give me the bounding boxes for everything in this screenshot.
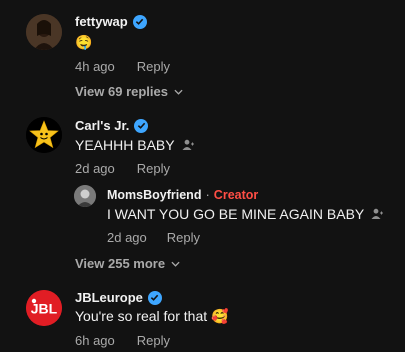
- comment-text-content: YEAHHH BABY: [75, 137, 175, 153]
- separator: ·: [205, 187, 210, 202]
- chevron-down-icon: [174, 89, 183, 95]
- comment-meta: 6h ago Reply: [75, 333, 170, 348]
- comment-text-content: You're so real for that 🥰: [75, 308, 229, 324]
- comment-header: JBLeurope: [75, 290, 162, 305]
- reply-text-content: I WANT YOU GO BE MINE AGAIN BABY: [107, 206, 365, 222]
- comment-text: 🤤: [75, 34, 92, 51]
- comment-header: fettywap: [75, 14, 147, 29]
- verified-badge-icon: [132, 14, 147, 29]
- timestamp: 6h ago: [75, 333, 115, 348]
- reply-meta: 2d ago Reply: [107, 230, 200, 245]
- view-replies-button[interactable]: View 69 replies: [75, 84, 183, 99]
- username[interactable]: Carl's Jr.: [75, 118, 129, 133]
- avatar[interactable]: [26, 117, 62, 153]
- verified-badge-icon: [134, 118, 149, 133]
- view-more-replies-button[interactable]: View 255 more: [75, 256, 180, 271]
- star-logo-icon: [26, 117, 62, 153]
- creator-tag: Creator: [213, 187, 259, 202]
- reply-header: MomsBoyfriend · Creator: [107, 187, 258, 202]
- comment-meta: 2d ago Reply: [75, 161, 170, 176]
- comment-meta: 4h ago Reply: [75, 59, 170, 74]
- user-photo-icon: [26, 14, 62, 50]
- comment-text: YEAHHH BABY: [75, 137, 195, 153]
- comment-text-content: 🤤: [75, 34, 93, 50]
- chevron-down-icon: [171, 261, 180, 267]
- reply-text: I WANT YOU GO BE MINE AGAIN BABY: [107, 206, 384, 222]
- comment-feed: fettywap 🤤 4h ago Reply View 69 replies: [0, 0, 405, 352]
- reply-button[interactable]: Reply: [137, 161, 170, 176]
- view-replies-label: View 69 replies: [75, 84, 168, 99]
- username[interactable]: JBLeurope: [75, 290, 143, 305]
- username[interactable]: MomsBoyfriend: [107, 188, 201, 202]
- creator-heart-icon: [370, 208, 384, 220]
- avatar[interactable]: JBL: [26, 290, 62, 326]
- reply-button[interactable]: Reply: [167, 230, 200, 245]
- reply-button[interactable]: Reply: [137, 59, 170, 74]
- verified-badge-icon: [147, 290, 162, 305]
- timestamp: 2d ago: [75, 161, 115, 176]
- timestamp: 2d ago: [107, 230, 147, 245]
- creator-heart-icon: [181, 139, 195, 151]
- comment-text: You're so real for that 🥰: [75, 308, 228, 325]
- timestamp: 4h ago: [75, 59, 115, 74]
- comment-header: Carl's Jr.: [75, 118, 149, 133]
- jbl-logo-icon: JBL: [26, 290, 62, 326]
- reply-button[interactable]: Reply: [137, 333, 170, 348]
- user-photo-icon: [74, 185, 96, 207]
- view-replies-label: View 255 more: [75, 256, 166, 271]
- avatar[interactable]: [26, 14, 62, 50]
- reply-avatar[interactable]: [74, 185, 96, 207]
- username[interactable]: fettywap: [75, 14, 128, 29]
